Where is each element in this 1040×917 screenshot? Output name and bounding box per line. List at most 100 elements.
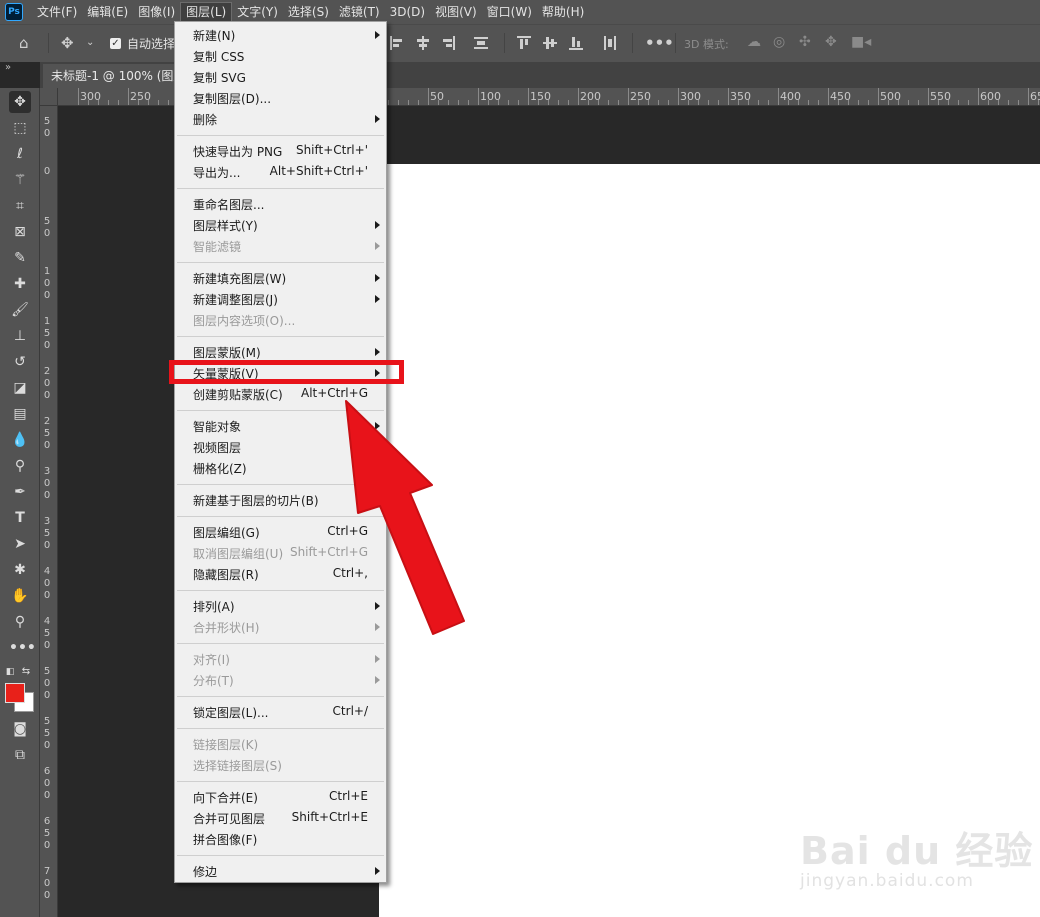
ruler-label: 2 0 0 [43, 366, 51, 401]
menu-item-0-4[interactable]: 删除 [175, 109, 386, 129]
menu-item-1-1[interactable]: 导出为... Alt+Shift+Ctrl+' [175, 162, 386, 182]
align-bottom-edges-icon[interactable] [569, 36, 583, 50]
crop-icon[interactable]: ⌗ [9, 195, 31, 217]
rectangular-marquee-icon[interactable]: ⬚ [9, 117, 31, 139]
home-icon[interactable]: ⌂ [19, 33, 29, 53]
menu-separator [177, 781, 384, 782]
menu-item[interactable]: 窗口(W) [482, 2, 537, 22]
align-right-edges-icon[interactable] [441, 36, 455, 50]
menu-item-12-0[interactable]: 向下合并(E) Ctrl+E [175, 787, 386, 807]
custom-shape-icon[interactable]: ✱ [9, 559, 31, 581]
magic-wand-icon[interactable]: ⚚ [9, 169, 31, 191]
collapse-panels-icon[interactable]: » [0, 62, 40, 76]
path-selection-icon[interactable]: ➤ [9, 533, 31, 555]
type-icon[interactable]: T [9, 507, 31, 529]
ruler-label: 5 0 [43, 116, 51, 139]
hand-icon[interactable]: ✋ [9, 585, 31, 607]
menu-item[interactable]: 文件(F) [32, 2, 82, 22]
menu-item[interactable]: 视图(V) [430, 2, 482, 22]
gradient-icon[interactable]: ▤ [9, 403, 31, 425]
menu-item-3-0[interactable]: 新建填充图层(W) [175, 268, 386, 288]
menu-item-2-0[interactable]: 重命名图层... [175, 194, 386, 214]
3d-slide-icon: ✥ [825, 34, 837, 50]
distribute-vertical-icon[interactable] [474, 36, 488, 50]
chevron-down-icon[interactable]: ⌄ [86, 33, 94, 53]
dodge-icon[interactable]: ⚲ [9, 455, 31, 477]
ruler-tick [478, 88, 479, 105]
menu-item-label: 新建填充图层(W) [193, 272, 287, 286]
align-horizontal-centers-icon[interactable] [416, 36, 430, 50]
menu-item[interactable]: 选择(S) [283, 2, 334, 22]
menu-item-label: 排列(A) [193, 600, 235, 614]
pen-icon[interactable]: ✒ [9, 481, 31, 503]
menu-items: 文件(F) 编辑(E) 图像(I) 图层(L) 文字(Y) 选择(S) 滤镜(T) 3D(D)… [32, 2, 589, 22]
menu-item-13-0[interactable]: 修边 [175, 861, 386, 881]
brush-icon[interactable]: 🖌 [9, 299, 31, 321]
menu-item[interactable]: 编辑(E) [82, 2, 133, 22]
ruler-tick [1018, 100, 1019, 105]
menu-item[interactable]: 帮助(H) [537, 2, 589, 22]
align-top-edges-icon[interactable] [517, 36, 531, 50]
menu-item-shortcut: Shift+Ctrl+E [291, 810, 368, 824]
options-bar: ⌂ ✥ ⌄ ✓ 自动选择 ••• 3D 模式: ☁ ◎ ✣ ✥ ■◂ [0, 24, 1040, 62]
menu-item[interactable]: 滤镜(T) [334, 2, 385, 22]
submenu-arrow-icon [375, 655, 380, 663]
ruler-tick [408, 100, 409, 105]
ruler-tick [548, 100, 549, 105]
zoom-icon[interactable]: ⚲ [9, 611, 31, 633]
menu-item-label: 合并可见图层 [193, 812, 266, 826]
eyedropper-icon[interactable]: ✎ [9, 247, 31, 269]
default-colors-icon[interactable]: ◧ [3, 661, 17, 683]
menu-item-0-0[interactable]: 新建(N) [175, 25, 386, 45]
swap-colors-icon[interactable]: ⇆ [19, 661, 33, 683]
lasso-icon[interactable]: ℓ [9, 143, 31, 165]
blur-icon[interactable]: 💧 [9, 429, 31, 451]
ruler-tick [168, 100, 169, 105]
foreground-color-swatch[interactable] [5, 683, 25, 703]
baidu-watermark-url: jingyan.baidu.com [800, 871, 974, 891]
menu-item-10-0[interactable]: 锁定图层(L)... Ctrl+/ [175, 702, 386, 722]
menu-item[interactable]: 3D(D) [385, 2, 430, 22]
ruler-tick [938, 100, 939, 105]
menu-item[interactable]: 图层(L) [180, 2, 233, 22]
menu-item-0-3[interactable]: 复制图层(D)... [175, 88, 386, 108]
menu-item[interactable]: 文字(Y) [232, 2, 283, 22]
move-tool-icon[interactable]: ✥ [61, 33, 74, 53]
menu-item-1-0[interactable]: 快速导出为 PNG Shift+Ctrl+' [175, 141, 386, 161]
menu-item-12-1[interactable]: 合并可见图层 Shift+Ctrl+E [175, 808, 386, 828]
menu-item-label: 复制图层(D)... [193, 92, 272, 106]
edit-toolbar-icon[interactable]: ••• [9, 637, 36, 659]
menu-item[interactable]: 图像(I) [133, 2, 180, 22]
ruler-tick [568, 100, 569, 105]
menu-item-0-2[interactable]: 复制 SVG [175, 67, 386, 87]
menu-item-3-2: 图层内容选项(O)... [175, 310, 386, 330]
ruler-tick [1038, 100, 1039, 105]
clone-stamp-icon[interactable]: ⊥ [9, 325, 31, 347]
menu-item-0-1[interactable]: 复制 CSS [175, 46, 386, 66]
healing-brush-icon[interactable]: ✚ [9, 273, 31, 295]
menu-item-12-2[interactable]: 拼合图像(F) [175, 829, 386, 849]
document-canvas[interactable] [379, 164, 1040, 917]
auto-select-checkbox[interactable]: ✓ [110, 38, 121, 49]
red-arrow-annotation [345, 400, 465, 635]
menu-item-shortcut: Shift+Ctrl+' [295, 143, 368, 157]
distribute-horizontal-icon[interactable] [603, 36, 617, 50]
3d-scale-icon: ■◂ [851, 34, 872, 50]
menu-item-3-1[interactable]: 新建调整图层(J) [175, 289, 386, 309]
ruler-tick [898, 100, 899, 105]
menu-item-2-1[interactable]: 图层样式(Y) [175, 215, 386, 235]
ruler-tick [468, 100, 469, 105]
align-vertical-centers-icon[interactable] [543, 36, 557, 50]
ruler-label: 1 5 0 [43, 316, 51, 351]
history-brush-icon[interactable]: ↺ [9, 351, 31, 373]
menu-item-label: 快速导出为 PNG [193, 145, 283, 159]
screen-mode-icon[interactable]: ⧉ [9, 744, 31, 766]
menu-item-4-0[interactable]: 图层蒙版(M) [175, 342, 386, 362]
frame-icon[interactable]: ⊠ [9, 221, 31, 243]
more-options-icon[interactable]: ••• [645, 33, 674, 53]
move-tool-icon[interactable]: ✥ [9, 91, 31, 113]
eraser-icon[interactable]: ◪ [9, 377, 31, 399]
quick-mask-icon[interactable]: ◙ [9, 718, 31, 740]
ruler-tick [1028, 88, 1029, 105]
align-left-edges-icon[interactable] [390, 36, 404, 50]
